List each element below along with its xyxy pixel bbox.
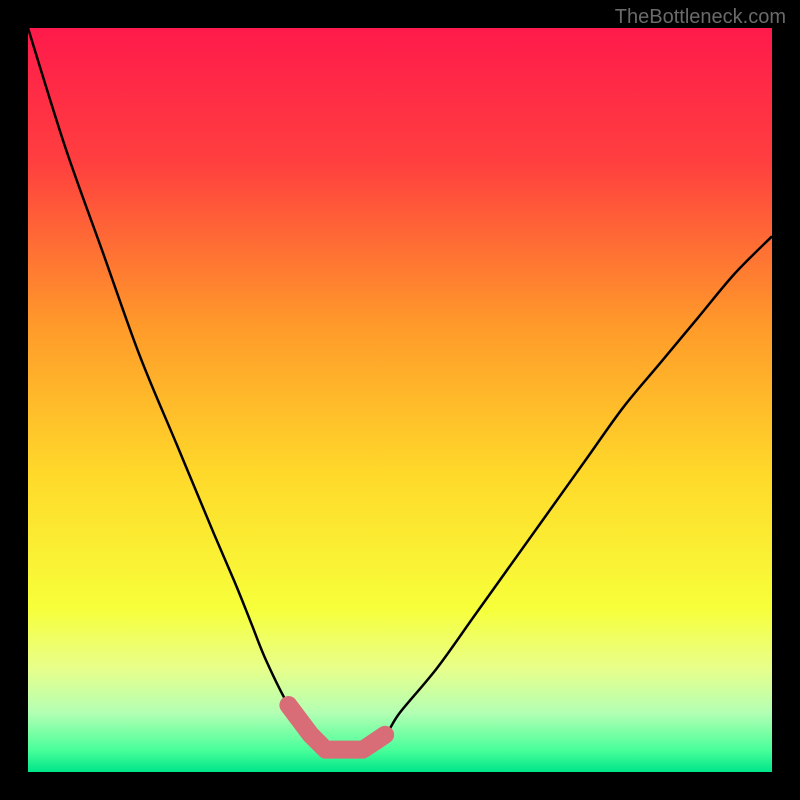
chart-container xyxy=(28,28,772,772)
watermark-text: TheBottleneck.com xyxy=(615,6,786,29)
chart-background xyxy=(28,28,772,772)
chart-svg xyxy=(28,28,772,772)
